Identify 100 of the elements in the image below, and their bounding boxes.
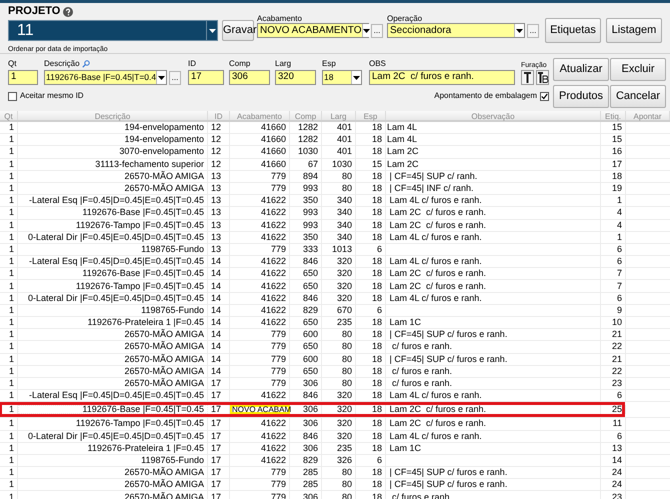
combo-field[interactable]: 1192676-Base |F=0.45|T=0.4	[44, 70, 167, 85]
table-cell-text: Lam 2C c/ furos e ranh.	[388, 220, 486, 231]
checkbox-label: Aceitar mesmo ID	[20, 90, 84, 102]
table-row[interactable]: 1 1198765-Fundo 14 41622 829 670 6 9	[0, 304, 670, 317]
table-row[interactable]: 1 1192676-Tampo |F=0.45|T=0.45 14 41622 650 320 18 Lam 2C c/ furos e ranh. 7	[0, 280, 670, 293]
table-cell: 17	[211, 390, 222, 402]
table-row[interactable]: 1 26570-MÃO AMIGA 13 779 993 80 18 | CF=45| INF c/ ranh. 19	[0, 182, 670, 196]
table-cell: 1	[8, 467, 14, 478]
button[interactable]: Atualizar	[553, 58, 609, 81]
more-button[interactable]: ...	[527, 24, 539, 38]
table-cell: 15	[372, 158, 382, 170]
table-cell: 1	[8, 329, 14, 340]
table-cell: 6	[616, 430, 622, 442]
operation-combo[interactable]: Seccionadora	[387, 23, 525, 38]
search-icon[interactable]	[82, 60, 90, 68]
table-row[interactable]: 1 1192676-Tampo |F=0.45|T=0.45 13 41622 993 340 18 Lam 2C c/ furos e ranh. 4	[0, 220, 670, 232]
table-row[interactable]: 1 26570-MÃO AMIGA 13 779 894 80 18 | CF=45| SUP c/ ranh. 18	[0, 170, 670, 183]
table-row[interactable]: 1 1198765-Fundo 17 41622 829 326 6 14	[0, 454, 670, 468]
input-field[interactable]: Lam 2C c/ furos e ranh.	[369, 70, 515, 85]
table-cell: 194-envelopamento	[124, 134, 204, 146]
table-cell-text: Lam 1C	[388, 317, 422, 328]
caret-icon	[516, 28, 523, 32]
button[interactable]: Listagem	[606, 18, 662, 43]
table-row[interactable]: 1 26570-MÃO AMIGA 17 779 306 80 18 c/ furos e ranh. 23	[0, 378, 670, 390]
table-cell: 18	[372, 146, 382, 158]
table-row[interactable]: 1 -Lateral Esq |F=0.45|D=0.45|E=0.45|T=0.45 17 41622 846 320 18 Lam 4L c/ furos e ranh. 6	[0, 390, 670, 402]
table-row[interactable]: 1 26570-MÃO AMIGA 17 779 285 80 18 | CF=45| SUP c/ furos e ranh. 24	[0, 479, 670, 492]
table-cell: 650	[302, 317, 318, 328]
table-cell: 0-Lateral Dir |F=0.45|E=0.45|D=0.45|T=0.45	[28, 292, 204, 304]
help-icon[interactable]	[63, 6, 74, 16]
table-cell: 829	[302, 454, 318, 466]
table-cell: 6	[616, 244, 622, 255]
table-cell: 16	[612, 146, 622, 158]
table-row[interactable]: 1 194-envelopamento 12 41660 1282 401 18 Lam 4L 15	[0, 134, 670, 146]
table-row[interactable]: 1 194-envelopamento 12 41660 1282 401 18 Lam 4L 15	[0, 122, 670, 134]
more-button[interactable]: ...	[371, 24, 383, 38]
table-row[interactable]: 1 26570-MÃO AMIGA 14 779 650 80 18 c/ furos e ranh. 22	[0, 366, 670, 378]
table-cell: 1	[8, 232, 14, 243]
table-row[interactable]: 1 31113-fechamento superior 12 41660 67 1030 15 Lam 2C 17	[0, 158, 670, 171]
table-cell: 6	[616, 256, 622, 268]
table-cell: 993	[302, 207, 318, 218]
table-row[interactable]: 1 1192676-Tampo |F=0.45|T=0.45 17 41622 306 320 18 Lam 2C c/ furos e ranh. 11	[0, 418, 670, 430]
table-cell: 15	[612, 134, 622, 146]
table-cell: 13	[211, 207, 222, 218]
table-cell-text: c/ furos e ranh.	[391, 366, 452, 377]
table-cell: 18	[372, 256, 382, 268]
table-cell-text: | CF=45| SUP c/ ranh.	[388, 170, 478, 182]
table-row[interactable]: 1 1192676-Prateleira 1 |F=0.45 14 41622 650 235 18 Lam 1C 10	[0, 317, 670, 330]
table-cell: 41622	[260, 256, 286, 268]
table-cell: 11	[612, 418, 622, 430]
table-cell: 320	[336, 430, 352, 442]
table-row[interactable]: 1 26570-MÃO AMIGA 14 779 650 80 18 c/ furos e ranh. 22	[0, 341, 670, 354]
checkbox[interactable]	[540, 92, 549, 100]
table-row[interactable]: 1 1192676-Base |F=0.45|T=0.45 14 41622 650 320 18 Lam 2C c/ furos e ranh. 7	[0, 268, 670, 280]
table-row[interactable]: 1 1192676-Base |F=0.45|T=0.45 13 41622 993 340 18 Lam 2C c/ furos e ranh. 4	[0, 207, 670, 220]
table-cell: 1192676-Tampo |F=0.45|T=0.45	[76, 220, 204, 231]
table-cell: 1	[8, 390, 14, 402]
table-cell: 1	[8, 268, 14, 280]
table-cell: 13	[211, 232, 222, 243]
combo-field[interactable]: 18	[322, 70, 362, 85]
table-cell: 4	[616, 207, 622, 218]
table-row[interactable]: 1 26570-MÃO AMIGA 17 779 285 80 18 | CF=45| SUP c/ furos e ranh. 24	[0, 467, 670, 480]
table-cell: 12	[211, 134, 222, 146]
table-row[interactable]: 1 3070-envelopamento 12 41660 1030 401 18 Lam 2C 16	[0, 146, 670, 159]
input-field[interactable]: 17	[188, 70, 224, 85]
table-row[interactable]: 1 26570-MÃO AMIGA 14 779 600 80 18 | CF=45| SUP c/ furos e ranh. 21	[0, 329, 670, 342]
table-cell: 80	[342, 354, 352, 365]
table-row[interactable]: 1 1198765-Fundo 13 779 333 1013 6 6	[0, 244, 670, 256]
table-row[interactable]: 1 -Lateral Esq |F=0.45|D=0.45|E=0.45|T=0.45 14 41622 846 320 18 Lam 4L c/ furos e ranh. 6	[0, 256, 670, 268]
finish-combo[interactable]: NOVO ACABAMENTO	[257, 23, 369, 38]
table-cell: 1013	[332, 244, 352, 255]
table-row[interactable]: 1 0-Lateral Dir |F=0.45|E=0.45|D=0.45|T=0.45 17 41622 846 320 18 Lam 4L c/ furos e ranh. 6	[0, 430, 670, 443]
input-field[interactable]: 320	[275, 70, 316, 85]
table-cell: -Lateral Esq |F=0.45|D=0.45|E=0.45|T=0.45	[29, 195, 204, 206]
button[interactable]: Produtos	[553, 85, 609, 108]
table-cell-text: Lam 4L c/ furos e ranh.	[388, 195, 482, 206]
table-cell: 1	[8, 454, 14, 466]
table-row[interactable]: 1 -Lateral Esq |F=0.45|D=0.45|E=0.45|T=0.45 13 41622 350 340 18 Lam 4L c/ furos e ranh. 1	[0, 195, 670, 208]
table-cell: 41622	[260, 268, 286, 280]
table-cell-text: c/ furos e ranh.	[391, 378, 452, 390]
table-row[interactable]: 1 0-Lateral Dir |F=0.45|E=0.45|D=0.45|T=0.45 14 41622 846 320 18 Lam 4L c/ furos e ranh. 6	[0, 292, 670, 305]
button[interactable]: Etiquetas	[545, 18, 601, 43]
table-cell: 285	[302, 467, 318, 478]
button[interactable]: Cancelar	[610, 85, 666, 108]
table-row[interactable]: 1 0-Lateral Dir |F=0.45|E=0.45|D=0.45|T=0.45 13 41622 350 340 18 Lam 4L c/ furos e ranh. 1	[0, 232, 670, 244]
more-button[interactable]: ...	[169, 71, 181, 85]
button[interactable]: Gravar	[222, 20, 254, 41]
drill-b-icon[interactable]	[536, 70, 549, 85]
button[interactable]: Excluir	[610, 58, 666, 81]
checkbox[interactable]	[8, 92, 17, 100]
drill-icon[interactable]	[521, 70, 534, 85]
table-cell: 401	[336, 122, 352, 134]
table-cell: 779	[270, 366, 286, 377]
table-cell: 779	[270, 341, 286, 352]
input-field[interactable]: 1	[8, 70, 38, 85]
project-combo[interactable]: 11	[8, 20, 218, 41]
input-field[interactable]: 306	[229, 70, 270, 85]
table-cell: 650	[302, 268, 318, 280]
table-row[interactable]: 1 26570-MÃO AMIGA 14 779 600 80 18 | CF=45| SUP c/ furos e ranh. 21	[0, 354, 670, 366]
table-row[interactable]: 1 1192676-Prateleira 1 |F=0.45 17 41622 306 235 18 Lam 1C 13	[0, 442, 670, 455]
